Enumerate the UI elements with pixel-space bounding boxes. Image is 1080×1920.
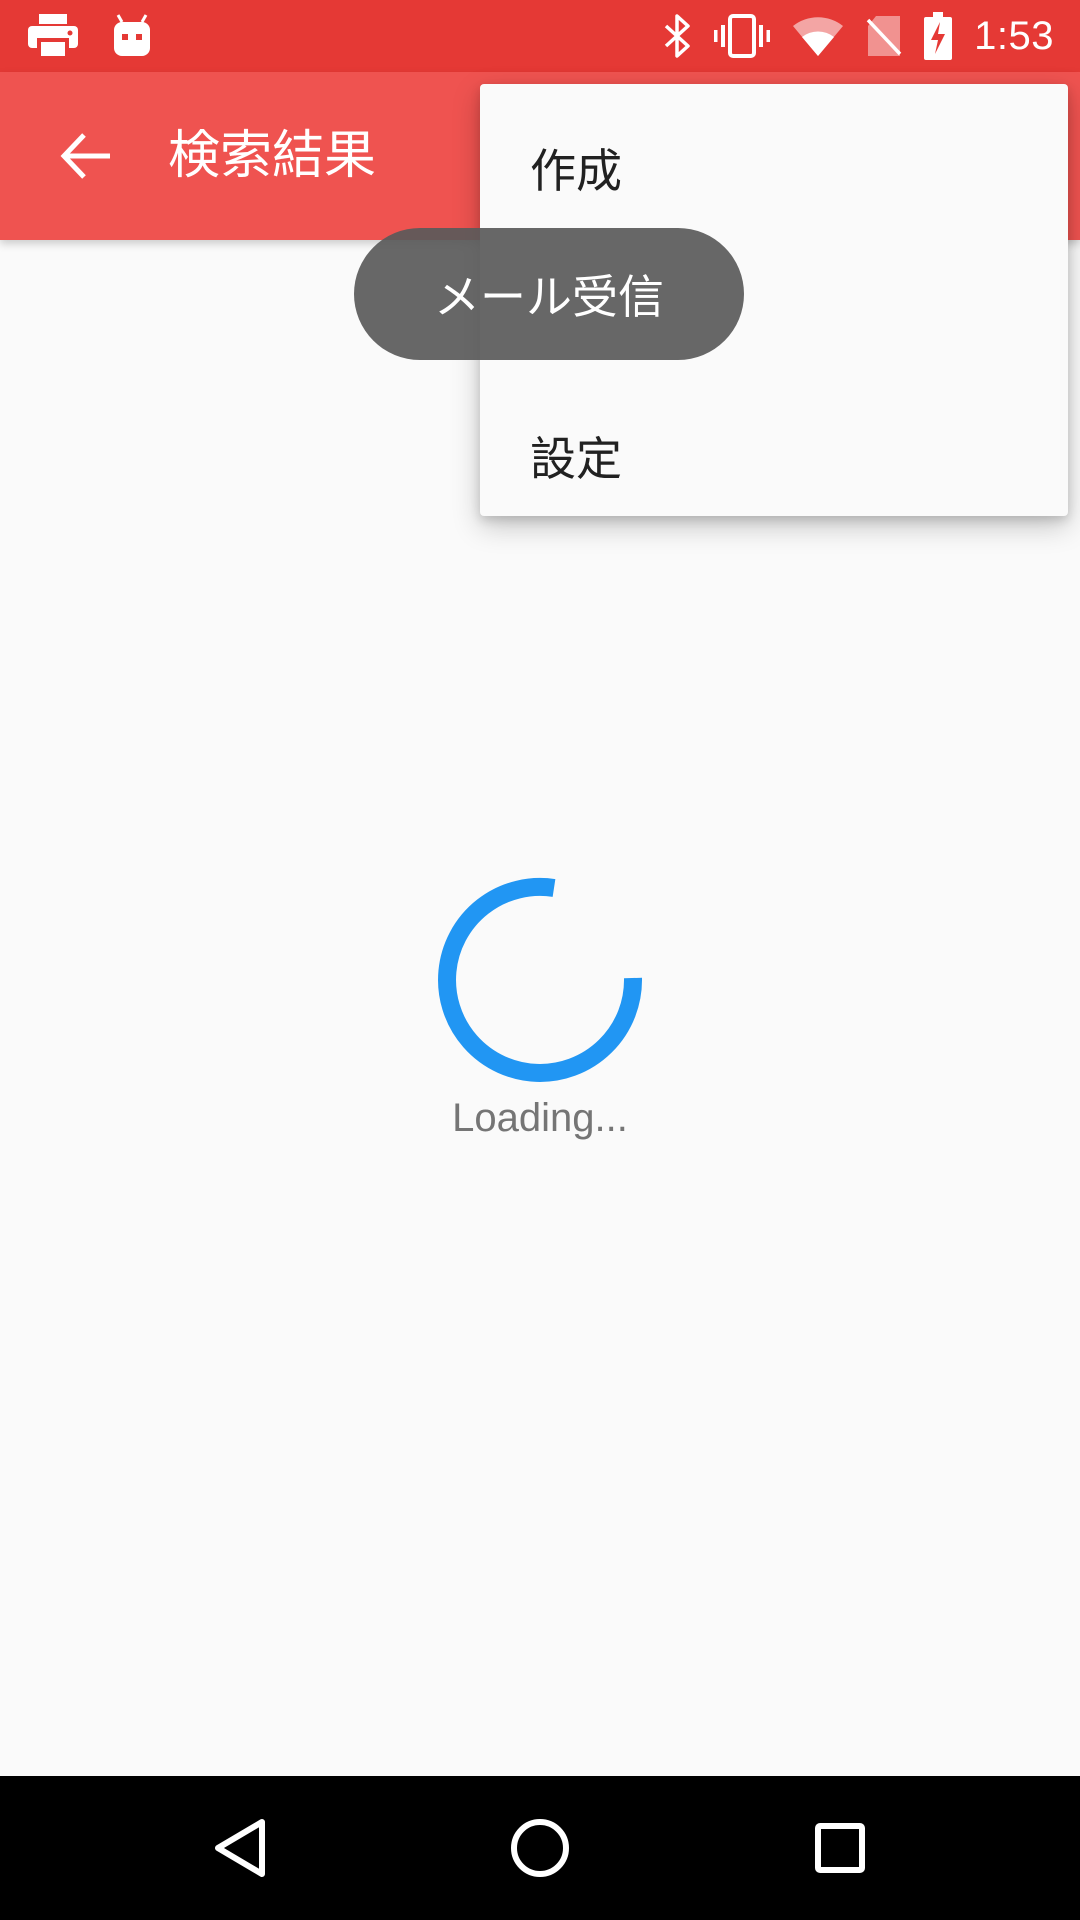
bluetooth-icon	[664, 14, 690, 58]
loading-spinner	[436, 876, 644, 1084]
recents-square-icon[interactable]	[804, 1812, 876, 1884]
navigation-bar	[0, 1776, 1080, 1920]
status-left-icons	[28, 0, 152, 72]
spinner-arc-icon	[438, 877, 643, 1082]
toast-message: メール受信	[354, 228, 744, 360]
wifi-icon	[793, 17, 844, 56]
arrow-back-icon	[60, 133, 110, 179]
loading-text: Loading...	[452, 1096, 628, 1140]
no-sim-icon	[866, 16, 902, 56]
vibrate-icon	[714, 14, 771, 58]
status-right-icons: 1:53	[662, 0, 1054, 72]
menu-item-settings[interactable]: 設定	[480, 384, 1068, 528]
home-circle-icon[interactable]	[504, 1812, 576, 1884]
status-bar: 1:53	[0, 0, 1080, 72]
printer-icon	[28, 14, 78, 58]
android-debug-icon	[114, 14, 150, 56]
back-triangle-icon[interactable]	[204, 1812, 276, 1884]
menu-item-create[interactable]: 作成	[480, 96, 1068, 240]
status-time: 1:53	[974, 13, 1054, 58]
page-title: 検索結果	[168, 126, 377, 186]
back-button[interactable]	[44, 114, 128, 198]
battery-charging-icon	[924, 12, 953, 60]
